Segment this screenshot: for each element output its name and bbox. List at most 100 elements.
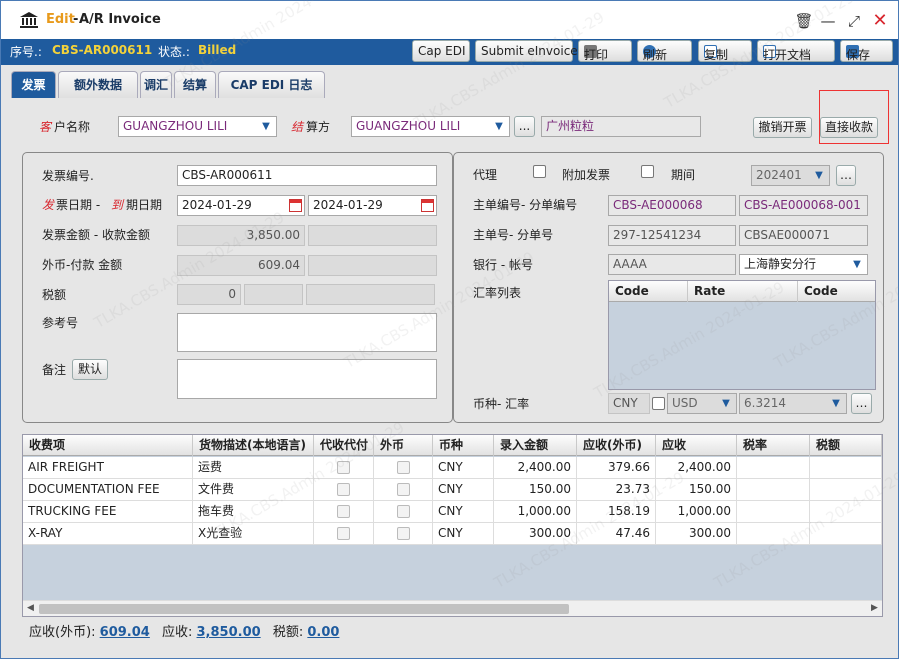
rate-col-code-2[interactable]: Code — [798, 281, 875, 302]
col-collect[interactable]: 代收代付 — [314, 435, 374, 456]
col-charge-item[interactable]: 收费项 — [23, 435, 193, 456]
col-receivable[interactable]: 应收 — [656, 435, 737, 456]
cell-tax[interactable] — [810, 457, 882, 479]
delete-icon[interactable]: 🗑 — [794, 11, 814, 31]
cell-fc[interactable]: 47.46 — [577, 523, 656, 545]
total-fc-value[interactable]: 609.04 — [100, 625, 150, 640]
cell-tax[interactable] — [810, 523, 882, 545]
cell-collect[interactable] — [314, 523, 374, 545]
cell-receivable[interactable]: 300.00 — [656, 523, 737, 545]
calendar-icon[interactable] — [421, 199, 434, 212]
maximize-icon[interactable]: ⤢ — [844, 11, 864, 31]
cell-item[interactable]: TRUCKING FEE — [23, 501, 193, 523]
submit-einvoice-button[interactable]: Submit eInvoice — [475, 40, 578, 62]
cell-item[interactable]: X-RAY — [23, 523, 193, 545]
tab-exchange-adjust[interactable]: 调汇 — [140, 71, 172, 98]
row-checkbox[interactable] — [337, 483, 350, 496]
due-date-field[interactable]: 2024-01-29 — [308, 195, 437, 216]
open-doc-button[interactable]: 打开文档 — [757, 40, 835, 62]
cell-fcchk[interactable] — [374, 479, 433, 501]
extra-invoice-checkbox[interactable] — [641, 165, 654, 178]
row-checkbox[interactable] — [337, 527, 350, 540]
cell-desc[interactable]: 运费 — [193, 457, 314, 479]
period-select[interactable]: 202401 ▼ — [751, 165, 830, 186]
cap-edi-button[interactable]: Cap EDI — [412, 40, 470, 62]
settle-party-select[interactable]: GUANGZHOU LILI ▼ — [351, 116, 510, 137]
row-checkbox[interactable] — [396, 527, 410, 540]
cell-tax[interactable] — [810, 501, 882, 523]
col-receivable-fc[interactable]: 应收(外币) — [577, 435, 656, 456]
currency-checkbox[interactable] — [652, 397, 665, 410]
rate-more-button[interactable]: … — [851, 393, 872, 414]
rate-col-code[interactable]: Code — [609, 281, 688, 302]
table-row[interactable]: X-RAY X光查验 CNY 300.00 47.46 300.00 — [23, 523, 882, 545]
tab-invoice[interactable]: 发票 — [11, 71, 56, 98]
cell-amount[interactable]: 1,000.00 — [494, 501, 577, 523]
rate-col-rate[interactable]: Rate — [688, 281, 798, 302]
cell-taxrate[interactable] — [737, 479, 810, 501]
period-more-button[interactable]: … — [836, 165, 856, 186]
invoice-date-field[interactable]: 2024-01-29 — [177, 195, 305, 216]
row-checkbox[interactable] — [396, 461, 410, 474]
default-button[interactable]: 默认 — [72, 359, 108, 380]
cell-desc[interactable]: 文件费 — [193, 479, 314, 501]
col-fc[interactable]: 外币 — [374, 435, 433, 456]
table-row[interactable]: AIR FREIGHT 运费 CNY 2,400.00 379.66 2,400.00 — [23, 457, 882, 479]
col-currency[interactable]: 币种 — [433, 435, 494, 456]
agent-checkbox[interactable] — [533, 165, 546, 178]
cell-amount[interactable]: 300.00 — [494, 523, 577, 545]
settle-more-button[interactable]: ... — [514, 116, 535, 137]
table-row[interactable]: TRUCKING FEE 拖车费 CNY 1,000.00 158.19 1,000.00 — [23, 501, 882, 523]
total-tax-value[interactable]: 0.00 — [307, 625, 339, 640]
calendar-icon[interactable] — [289, 199, 302, 212]
cell-receivable[interactable]: 2,400.00 — [656, 457, 737, 479]
col-description[interactable]: 货物描述(本地语言) — [193, 435, 314, 456]
horizontal-scrollbar[interactable]: ◀ ▶ — [23, 600, 882, 616]
minimize-icon[interactable]: — — [818, 11, 838, 31]
close-icon[interactable]: ✕ — [870, 11, 890, 31]
cell-currency[interactable]: CNY — [433, 501, 494, 523]
cancel-invoice-button[interactable]: 撤销开票 — [753, 117, 812, 138]
cell-collect[interactable] — [314, 479, 374, 501]
copy-button[interactable]: 复制 — [698, 40, 752, 62]
cell-currency[interactable]: CNY — [433, 523, 494, 545]
cell-fcchk[interactable] — [374, 523, 433, 545]
table-row[interactable]: DOCUMENTATION FEE 文件费 CNY 150.00 23.73 150.00 — [23, 479, 882, 501]
cell-fc[interactable]: 379.66 — [577, 457, 656, 479]
cell-taxrate[interactable] — [737, 523, 810, 545]
cell-item[interactable]: DOCUMENTATION FEE — [23, 479, 193, 501]
cell-tax[interactable] — [810, 479, 882, 501]
cell-currency[interactable]: CNY — [433, 479, 494, 501]
cell-amount[interactable]: 150.00 — [494, 479, 577, 501]
invoice-no-field[interactable]: CBS-AR000611 — [177, 165, 437, 186]
cell-taxrate[interactable] — [737, 501, 810, 523]
tab-cap-edi-log[interactable]: CAP EDI 日志 — [218, 71, 325, 98]
row-checkbox[interactable] — [337, 505, 350, 518]
cell-receivable[interactable]: 1,000.00 — [656, 501, 737, 523]
col-amount[interactable]: 录入金额 — [494, 435, 577, 456]
row-checkbox[interactable] — [337, 461, 350, 474]
refresh-button[interactable]: 刷新 — [637, 40, 692, 62]
scroll-right-icon[interactable]: ▶ — [871, 603, 878, 613]
cell-fcchk[interactable] — [374, 501, 433, 523]
cell-desc[interactable]: X光查验 — [193, 523, 314, 545]
cell-fc[interactable]: 158.19 — [577, 501, 656, 523]
scroll-left-icon[interactable]: ◀ — [27, 603, 34, 613]
col-tax-rate[interactable]: 税率 — [737, 435, 810, 456]
fc-currency-select[interactable]: USD ▼ — [667, 393, 737, 414]
tab-settlement[interactable]: 结算 — [174, 71, 216, 98]
cell-currency[interactable]: CNY — [433, 457, 494, 479]
cell-amount[interactable]: 2,400.00 — [494, 457, 577, 479]
cell-collect[interactable] — [314, 457, 374, 479]
account-select[interactable]: 上海静安分行 ▼ — [739, 254, 868, 275]
row-checkbox[interactable] — [396, 505, 410, 518]
exchange-rate-select[interactable]: 6.3214 ▼ — [739, 393, 847, 414]
reference-field[interactable] — [177, 313, 437, 352]
cell-taxrate[interactable] — [737, 457, 810, 479]
scroll-thumb[interactable] — [39, 604, 569, 614]
total-recv-value[interactable]: 3,850.00 — [197, 625, 261, 640]
col-tax-amount[interactable]: 税额 — [810, 435, 882, 456]
row-checkbox[interactable] — [396, 483, 410, 496]
save-button[interactable]: 保存 — [840, 40, 893, 62]
tab-extra-data[interactable]: 额外数据 — [58, 71, 138, 98]
